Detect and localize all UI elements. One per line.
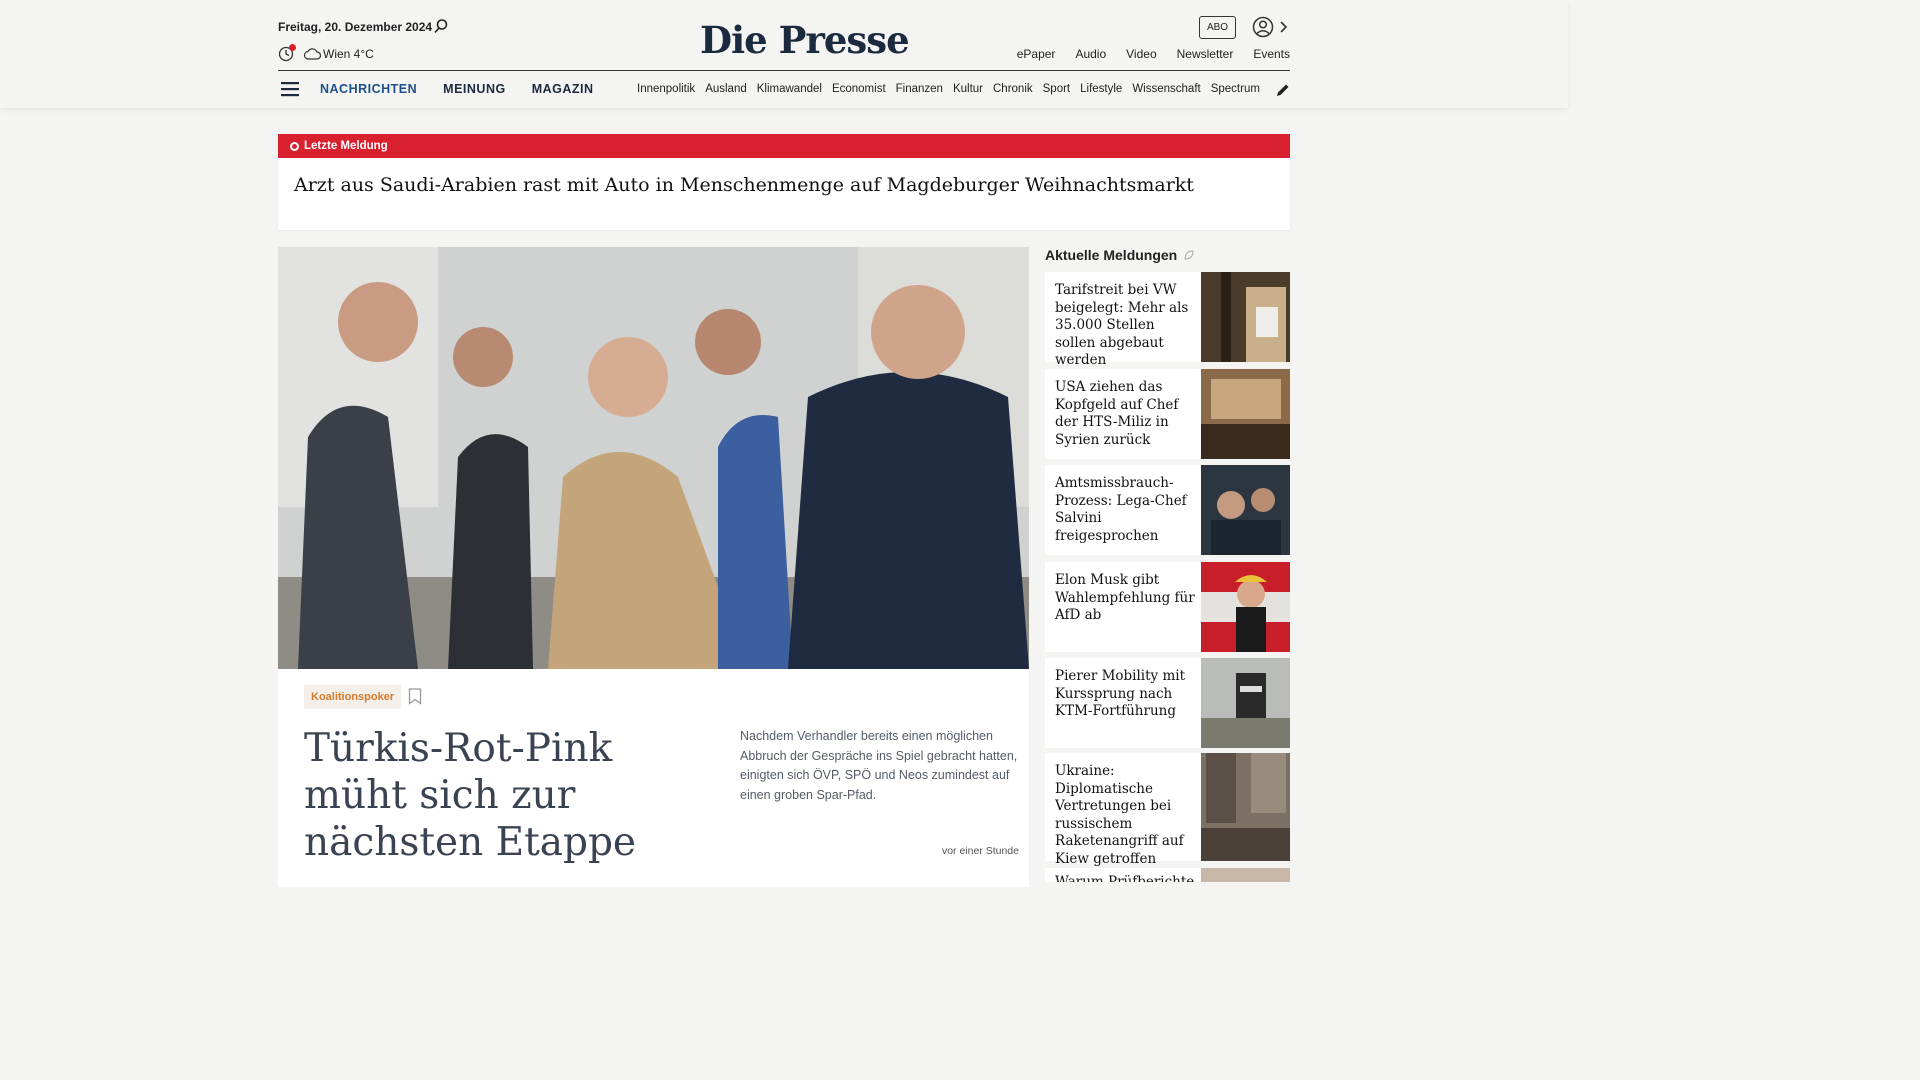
audio-link[interactable]: Audio: [1075, 47, 1106, 61]
news-card-headline[interactable]: Pierer Mobility mit Kurssprung nach KTM-…: [1055, 668, 1195, 721]
latest-news-title: Aktuelle Meldungen: [1045, 247, 1195, 263]
news-card-image[interactable]: [1201, 465, 1290, 555]
latest-news-label: Aktuelle Meldungen: [1045, 247, 1178, 263]
site-logo[interactable]: Die Presse: [700, 18, 910, 62]
top-links: ePaper Audio Video Newsletter Events: [1017, 47, 1290, 61]
video-link[interactable]: Video: [1126, 47, 1156, 61]
news-card[interactable]: Elon Musk gibt Wahlempfehlung für AfD ab: [1045, 562, 1290, 652]
news-card[interactable]: USA ziehen das Kopfgeld auf Chef der HTS…: [1045, 369, 1290, 459]
nav-kultur[interactable]: Kultur: [953, 83, 983, 95]
notification-dot: [289, 44, 296, 51]
lead-story-teaser: Nachdem Verhandler bereits einen möglich…: [740, 729, 1018, 802]
user-account-icon[interactable]: [1252, 16, 1274, 38]
nav-klimawandel[interactable]: Klimawandel: [757, 83, 822, 95]
bookmark-icon[interactable]: [408, 688, 422, 705]
breaking-news-label: Letzte Meldung: [304, 140, 388, 152]
news-card-headline[interactable]: Ukraine: Diplomatische Vertretungen bei …: [1055, 763, 1195, 868]
nav-economist[interactable]: Economist: [832, 83, 886, 95]
pencil-icon[interactable]: [1275, 82, 1291, 98]
leaf-icon: [1184, 250, 1194, 260]
nav-finanzen[interactable]: Finanzen: [896, 83, 943, 95]
news-card[interactable]: Amtsmissbrauch-Prozess: Lega-Chef Salvin…: [1045, 465, 1290, 555]
lead-story-timestamp: vor einer Stunde: [941, 845, 1019, 857]
chevron-right-icon[interactable]: [1278, 20, 1288, 34]
weather-info: Wien 4°C: [323, 47, 374, 61]
nav-meinung[interactable]: MEINUNG: [443, 82, 506, 96]
nav-ausland[interactable]: Ausland: [705, 83, 747, 95]
lead-story-tag[interactable]: Koalitionspoker: [304, 685, 402, 709]
nav-innenpolitik[interactable]: Innenpolitik: [637, 83, 695, 95]
header-divider: [278, 70, 1290, 71]
news-card-image[interactable]: [1201, 868, 1290, 882]
breaking-news-box[interactable]: Letzte Meldung Arzt aus Saudi-Arabien ra…: [278, 134, 1290, 230]
news-card[interactable]: Warum Prüfberichte: [1045, 868, 1290, 882]
current-date: Freitag, 20. Dezember 2024: [278, 20, 433, 34]
news-card-headline[interactable]: Tarifstreit bei VW beigelegt: Mehr als 3…: [1055, 282, 1195, 370]
breaking-news-bar: Letzte Meldung: [278, 134, 1290, 158]
site-header: Freitag, 20. Dezember 2024 Wien 4°C Die …: [0, 0, 1568, 108]
nav-sport[interactable]: Sport: [1043, 83, 1071, 95]
main-navigation: NACHRICHTEN MEINUNG MAGAZIN: [320, 82, 594, 96]
news-card[interactable]: Tarifstreit bei VW beigelegt: Mehr als 3…: [1045, 272, 1290, 368]
lead-story[interactable]: Koalitionspoker Türkis-Rot-Pink müht sic…: [278, 247, 1029, 887]
abo-button[interactable]: ABO: [1199, 16, 1236, 39]
nav-lifestyle[interactable]: Lifestyle: [1080, 83, 1122, 95]
nav-chronik[interactable]: Chronik: [993, 83, 1033, 95]
news-card[interactable]: Ukraine: Diplomatische Vertretungen bei …: [1045, 753, 1290, 867]
epaper-link[interactable]: ePaper: [1017, 47, 1056, 61]
section-navigation: Innenpolitik Ausland Klimawandel Economist F…: [637, 83, 1262, 95]
news-card-image[interactable]: [1201, 369, 1290, 459]
news-card-image[interactable]: [1201, 753, 1290, 861]
breaking-news-headline[interactable]: Arzt aus Saudi-Arabien rast mit Auto in …: [278, 158, 1290, 212]
cloud-icon: [303, 48, 321, 60]
news-card-headline[interactable]: Amtsmissbrauch-Prozess: Lega-Chef Salvin…: [1055, 475, 1195, 545]
news-card-image[interactable]: [1201, 272, 1290, 362]
news-card[interactable]: Pierer Mobility mit Kurssprung nach KTM-…: [1045, 658, 1290, 748]
lead-story-headline[interactable]: Türkis-Rot-Pink müht sich zur nächsten E…: [304, 725, 684, 866]
news-card-headline[interactable]: Warum Prüfberichte: [1055, 874, 1195, 882]
live-dot-icon: [290, 141, 299, 151]
nav-nachrichten[interactable]: NACHRICHTEN: [320, 82, 417, 96]
lead-story-image[interactable]: [278, 247, 1029, 669]
news-card-headline[interactable]: USA ziehen das Kopfgeld auf Chef der HTS…: [1055, 379, 1195, 449]
news-card-headline[interactable]: Elon Musk gibt Wahlempfehlung für AfD ab: [1055, 572, 1195, 625]
nav-wissenschaft[interactable]: Wissenschaft: [1132, 83, 1200, 95]
news-card-image[interactable]: [1201, 562, 1290, 652]
nav-spectrum[interactable]: Spectrum: [1211, 83, 1260, 95]
events-link[interactable]: Events: [1253, 47, 1290, 61]
newsletter-link[interactable]: Newsletter: [1177, 47, 1234, 61]
news-card-image[interactable]: [1201, 658, 1290, 748]
hamburger-menu-icon[interactable]: [281, 81, 299, 97]
nav-magazin[interactable]: MAGAZIN: [532, 82, 594, 96]
search-icon[interactable]: [433, 18, 449, 34]
